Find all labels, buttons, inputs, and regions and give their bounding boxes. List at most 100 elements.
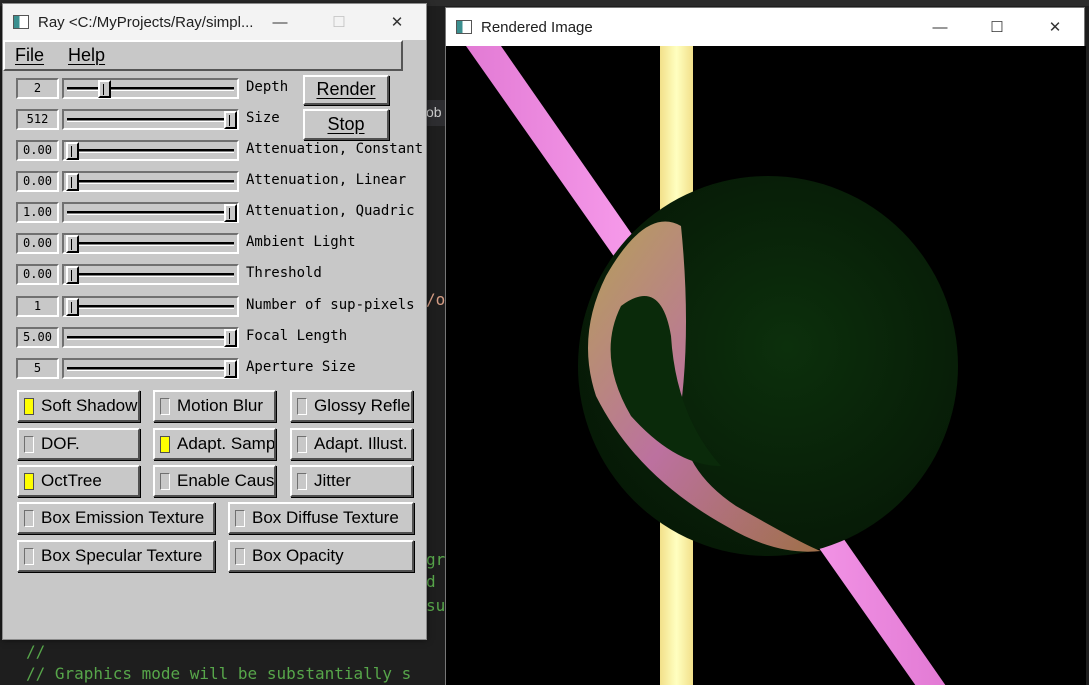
minimize-button[interactable]: — [257,4,303,40]
checkbox-octtree[interactable]: OctTree [17,465,140,497]
checkbox-label: Glossy Reflect. [314,396,411,415]
slider-track [67,273,234,277]
checkbox-label: Box Emission Texture [41,508,205,527]
slider-thumb[interactable] [66,298,79,316]
checkbox-indicator [235,547,245,565]
checkbox-indicator [297,472,307,490]
maximize-button[interactable]: ☐ [973,8,1021,46]
window-title: Rendered Image [481,18,593,36]
slider-label: Attenuation, Quadric [246,203,415,219]
checkbox-glossy-reflect[interactable]: Glossy Reflect. [290,390,413,422]
slider-label: Number of sup-pixels [246,297,415,313]
slider-thumb[interactable] [224,204,237,222]
checkbox-soft-shadow[interactable]: Soft Shadow [17,390,140,422]
minimize-button[interactable]: — [916,8,964,46]
title-bar[interactable]: Rendered Image — ☐ ✕ [446,8,1084,46]
slider-thumb[interactable] [66,266,79,284]
checkbox-indicator [160,397,170,415]
slider-track [67,367,234,371]
slider-track [67,149,234,153]
slider-value-field[interactable]: 0.00 [16,140,59,161]
menu-file[interactable]: File [15,45,44,66]
slider[interactable] [62,109,239,130]
render-canvas[interactable] [446,46,1086,685]
slider-value-field[interactable]: 2 [16,78,59,99]
app-icon [13,15,29,29]
checkbox-label: OctTree [41,471,102,490]
slider-value-field[interactable]: 0.00 [16,171,59,192]
slider-label: Focal Length [246,328,348,344]
checkbox-jitter[interactable]: Jitter [290,465,413,497]
slider[interactable] [62,171,239,192]
code-comment-line: // Graphics mode will be substantially s [26,664,412,683]
checkbox-label: Box Opacity [252,546,344,565]
slider-label: Ambient Light [246,234,356,250]
slider[interactable] [62,140,239,161]
rendered-scene [466,46,958,685]
checkbox-box-specular-texture[interactable]: Box Specular Texture [17,540,215,572]
close-button[interactable]: ✕ [1031,8,1079,46]
checkbox-indicator [297,397,307,415]
checkbox-label: Soft Shadow [41,396,138,415]
slider-thumb[interactable] [66,142,79,160]
checkbox-adapt-sampl[interactable]: Adapt. Sampl. [153,428,276,460]
stop-button[interactable]: Stop [303,109,389,140]
checkbox-dof[interactable]: DOF. [17,428,140,460]
ray-settings-window: Ray <C:/MyProjects/Ray/simpl... — ☐ ✕ Fi… [2,3,427,640]
slider[interactable] [62,78,239,99]
slider[interactable] [62,358,239,379]
slider-label: Attenuation, Constant [246,141,424,157]
slider-value-field[interactable]: 5.00 [16,327,59,348]
checkbox-indicator [160,472,170,490]
checkbox-label: Motion Blur [177,396,263,415]
slider[interactable] [62,202,239,223]
slider[interactable] [62,264,239,285]
checkbox-motion-blur[interactable]: Motion Blur [153,390,276,422]
slider-value-field[interactable]: 1 [16,296,59,317]
slider-thumb[interactable] [66,235,79,253]
checkbox-label: Box Specular Texture [41,546,203,565]
slider-thumb[interactable] [224,360,237,378]
maximize-button: ☐ [332,14,346,31]
checkbox-indicator [24,547,34,565]
slider-value-field[interactable]: 5 [16,358,59,379]
checkbox-indicator [160,435,170,453]
slider-value-field[interactable]: 512 [16,109,59,130]
render-button[interactable]: Render [303,75,389,105]
slider[interactable] [62,327,239,348]
menu-help[interactable]: Help [68,45,105,66]
checkbox-box-emission-texture[interactable]: Box Emission Texture [17,502,215,534]
checkbox-box-diffuse-texture[interactable]: Box Diffuse Texture [228,502,414,534]
slider-value-field[interactable]: 0.00 [16,264,59,285]
checkbox-indicator [24,435,34,453]
checkbox-indicator [24,472,34,490]
code-comment-line: // [26,642,46,661]
menu-bar: File Help [3,40,403,71]
checkbox-box-opacity[interactable]: Box Opacity [228,540,414,572]
slider-thumb[interactable] [224,329,237,347]
slider-track [67,305,234,309]
slider[interactable] [62,233,239,254]
code-fragment: su [426,596,446,615]
slider-thumb[interactable] [224,111,237,129]
slider-label: Size [246,110,280,126]
slider-label: Depth [246,79,289,95]
title-bar[interactable]: Ray <C:/MyProjects/Ray/simpl... — ☐ ✕ [3,4,426,40]
checkbox-label: Adapt. Sampl. [177,434,276,453]
slider-thumb[interactable] [66,173,79,191]
slider-track [67,87,234,91]
code-fragment: /o [426,290,446,309]
code-fragment: gr [426,550,446,569]
slider-value-field[interactable]: 1.00 [16,202,59,223]
close-button[interactable]: ✕ [374,4,420,40]
code-fragment: d [426,572,436,591]
slider-label: Attenuation, Linear [246,172,407,188]
app-icon [456,20,472,34]
slider-value-field[interactable]: 0.00 [16,233,59,254]
checkbox-enable-caustic[interactable]: Enable Caustic [153,465,276,497]
slider[interactable] [62,296,239,317]
checkbox-indicator [297,435,307,453]
slider-track [67,242,234,246]
checkbox-adapt-illust[interactable]: Adapt. Illust. [290,428,413,460]
slider-thumb[interactable] [98,80,111,98]
